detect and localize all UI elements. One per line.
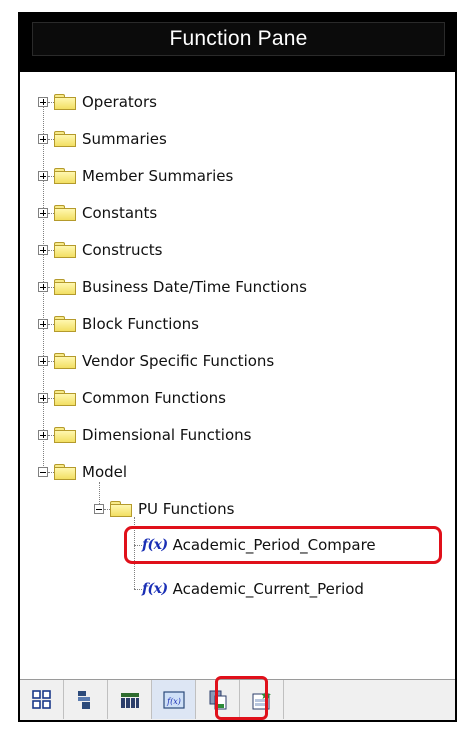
function-pane-icon: f(x) <box>162 690 185 709</box>
title-bar: Function Pane <box>20 14 455 72</box>
tree-node-business-date-time-functions[interactable]: Business Date/Time Functions <box>38 275 307 299</box>
tree-node-label: Model <box>82 463 128 481</box>
tree-node-label: Constants <box>82 204 158 222</box>
folder-icon <box>54 205 76 221</box>
expand-icon[interactable] <box>38 97 48 107</box>
tree-node-operators[interactable]: Operators <box>38 90 157 114</box>
tree-node-label: Block Functions <box>82 315 199 333</box>
expand-icon[interactable] <box>38 134 48 144</box>
expand-icon[interactable] <box>38 171 48 181</box>
tree-node-label: Operators <box>82 93 157 111</box>
pane-toolbar: f(x) <box>20 676 455 720</box>
expand-icon[interactable] <box>38 319 48 329</box>
expand-icon[interactable] <box>38 430 48 440</box>
expand-icon[interactable] <box>38 208 48 218</box>
tree-node-label: PU Functions <box>138 500 235 518</box>
folder-icon <box>54 242 76 258</box>
tree-node-dimensional-functions[interactable]: Dimensional Functions <box>38 423 251 447</box>
highlight-box <box>124 526 442 564</box>
expand-icon[interactable] <box>38 282 48 292</box>
table-icon <box>120 692 139 708</box>
folder-icon <box>54 390 76 406</box>
folder-icon <box>54 131 76 147</box>
pane-title: Function Pane <box>32 22 445 56</box>
folder-icon <box>54 427 76 443</box>
tree-leaf-academic-current-period[interactable]: f(x) Academic_Current_Period <box>134 577 364 601</box>
expand-icon[interactable] <box>38 393 48 403</box>
toolbar-highlight-box <box>215 676 268 720</box>
query-tree-button[interactable] <box>64 680 108 719</box>
tree-node-constructs[interactable]: Constructs <box>38 238 162 262</box>
data-items-button[interactable] <box>20 680 64 719</box>
function-fx-icon: f(x) <box>142 581 168 597</box>
open-folder-icon <box>54 464 76 480</box>
tree-node-label: Vendor Specific Functions <box>82 352 275 370</box>
tree-node-pu-functions[interactable]: PU Functions <box>94 497 234 521</box>
function-pane-button[interactable]: f(x) <box>152 680 196 719</box>
data-items-icon <box>31 689 51 709</box>
table-button[interactable] <box>108 680 152 719</box>
tree-node-block-functions[interactable]: Block Functions <box>38 312 199 336</box>
open-folder-icon <box>110 501 132 517</box>
function-tree: Operators Summaries Member Summaries Con… <box>20 72 455 680</box>
function-pane: Function Pane Operators Summaries Member… <box>18 12 457 722</box>
tree-node-label: Constructs <box>82 241 163 259</box>
tree-node-model[interactable]: Model <box>38 460 127 484</box>
tree-leaf-label: Academic_Current_Period <box>172 580 364 598</box>
expand-icon[interactable] <box>38 245 48 255</box>
tree-node-common-functions[interactable]: Common Functions <box>38 386 226 410</box>
folder-icon <box>54 94 76 110</box>
folder-icon <box>54 353 76 369</box>
tree-node-label: Common Functions <box>82 389 226 407</box>
tree-node-label: Summaries <box>82 130 167 148</box>
tree-node-constants[interactable]: Constants <box>38 201 157 225</box>
folder-icon <box>54 168 76 184</box>
expand-icon[interactable] <box>38 356 48 366</box>
query-tree-icon <box>77 690 90 709</box>
tree-node-label: Member Summaries <box>82 167 234 185</box>
tree-node-member-summaries[interactable]: Member Summaries <box>38 164 233 188</box>
tree-node-vendor-specific-functions[interactable]: Vendor Specific Functions <box>38 349 274 373</box>
tree-node-summaries[interactable]: Summaries <box>38 127 167 151</box>
tree-node-label: Dimensional Functions <box>82 426 252 444</box>
collapse-icon[interactable] <box>94 504 104 514</box>
folder-icon <box>54 316 76 332</box>
svg-text:f(x): f(x) <box>166 697 181 706</box>
folder-icon <box>54 279 76 295</box>
tree-node-label: Business Date/Time Functions <box>82 278 307 296</box>
collapse-icon[interactable] <box>38 467 48 477</box>
